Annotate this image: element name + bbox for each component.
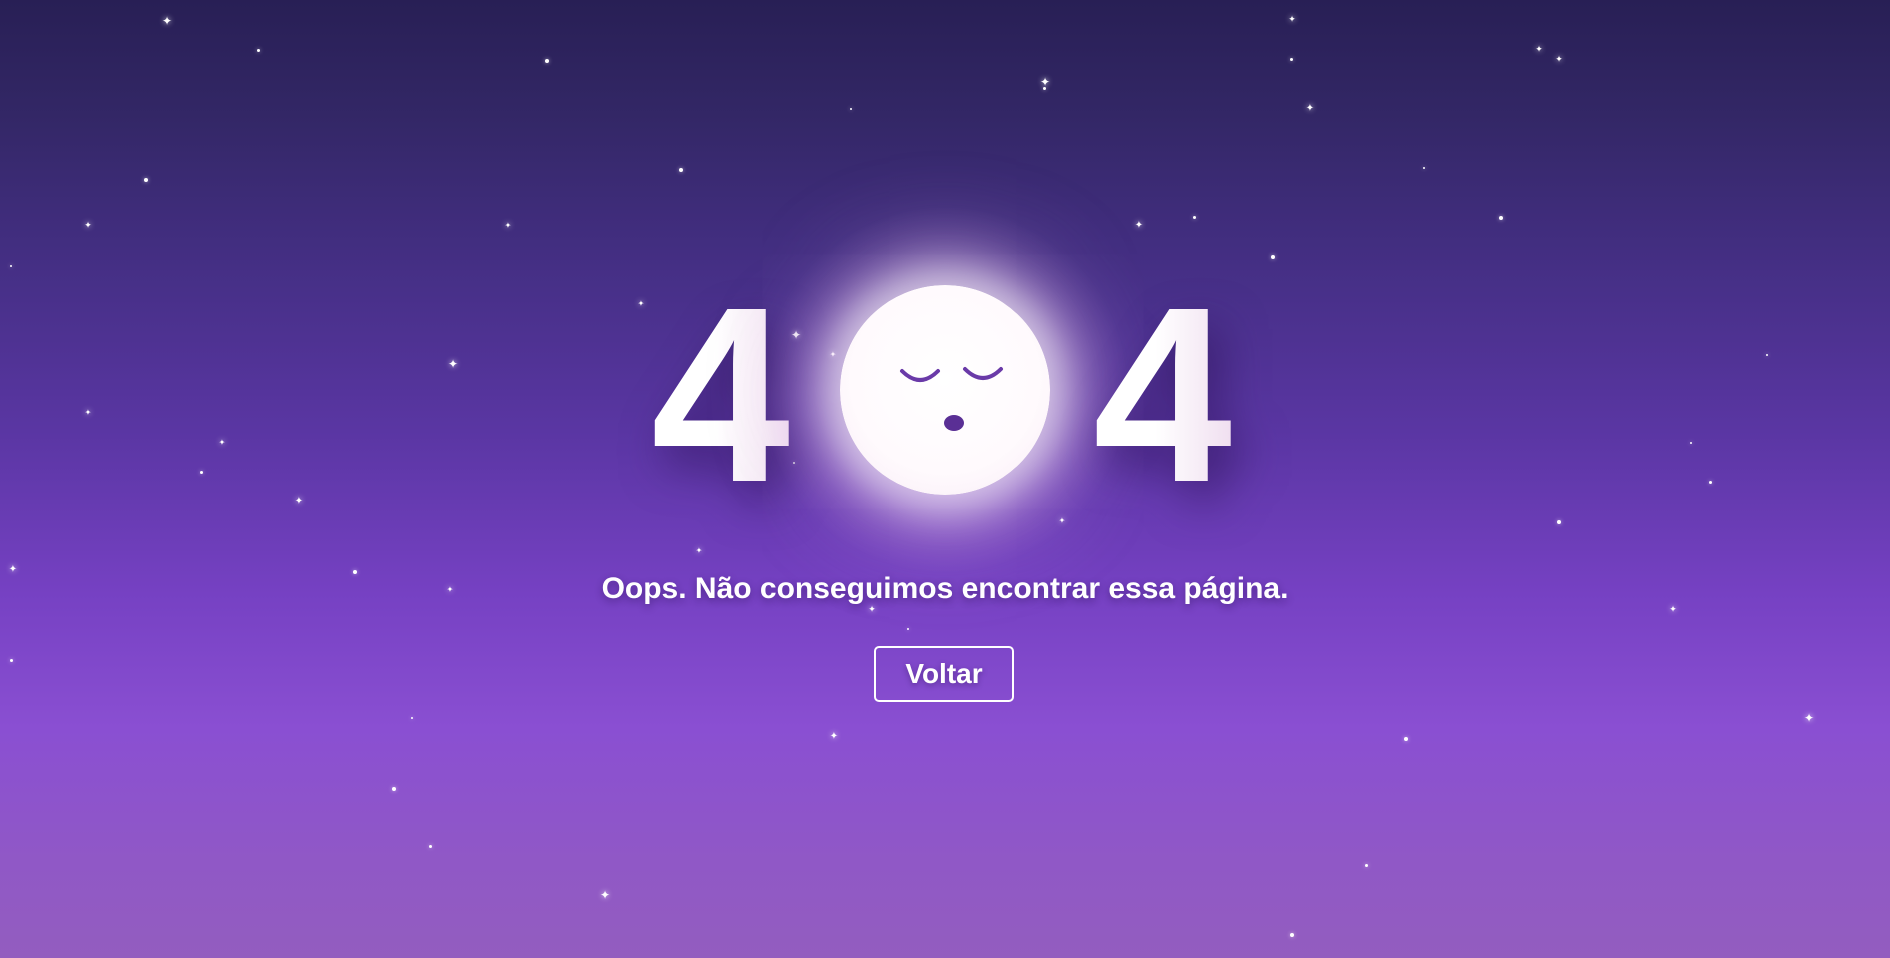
closed-eye-right-icon xyxy=(963,367,1003,380)
back-button[interactable]: Voltar xyxy=(874,646,1014,702)
moon-face-features xyxy=(900,367,1003,431)
error-code-digit-last: 4 xyxy=(1093,255,1233,534)
error-message: Oops. Não conseguimos encontrar essa pág… xyxy=(601,572,1289,605)
sleeping-moon-icon xyxy=(760,205,1130,575)
closed-eye-left-icon xyxy=(900,369,940,382)
error-page: 4 4 Oops. Não conseguimos encontrar essa… xyxy=(0,0,1890,958)
mouth-icon xyxy=(944,415,964,431)
moon-face xyxy=(840,285,1050,495)
